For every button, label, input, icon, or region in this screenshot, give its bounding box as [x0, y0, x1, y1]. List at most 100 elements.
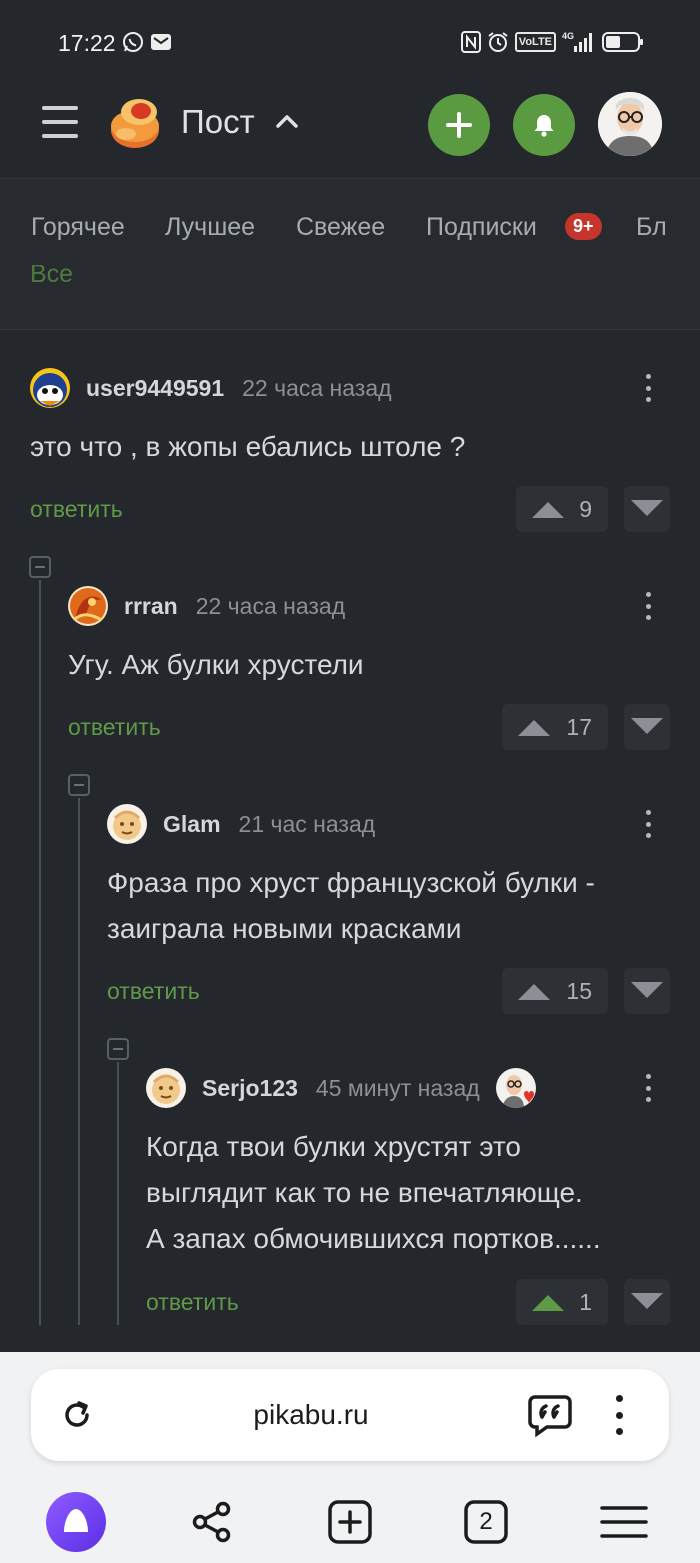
tab-hot[interactable]: Горячее: [31, 213, 125, 242]
share-icon: [192, 1501, 231, 1543]
upvote-button[interactable]: 1: [516, 1279, 608, 1325]
signal-4g-icon: 4G: [562, 31, 592, 52]
battery-icon: [602, 32, 643, 52]
downvote-button[interactable]: [624, 968, 670, 1014]
alice-icon: [46, 1492, 106, 1552]
arrow-down-icon: [631, 718, 663, 734]
status-bar: 17:22 VoLTE 4G: [0, 0, 700, 84]
share-button[interactable]: [182, 1492, 242, 1552]
arrow-down-icon: [631, 500, 663, 516]
comment-header: Glam 21 час назад: [107, 804, 375, 844]
downvote-button[interactable]: [624, 704, 670, 750]
tabs-button[interactable]: 2: [456, 1492, 516, 1552]
more-options-icon[interactable]: [636, 806, 660, 842]
comment-time: 45 минут назад: [315, 1074, 480, 1101]
subscriptions-badge: 9+: [565, 213, 602, 240]
comment-rating: 9: [579, 495, 592, 522]
comment-rating: 17: [566, 713, 592, 740]
alice-button[interactable]: [46, 1492, 106, 1552]
comment-text: Фраза про хруст французской булки - заиг…: [107, 860, 595, 952]
avatar[interactable]: [598, 92, 662, 156]
avatar[interactable]: [146, 1068, 186, 1108]
comment-time: 22 часа назад: [242, 374, 392, 401]
thread-line: [39, 580, 41, 1325]
arrow-down-icon: [631, 982, 663, 998]
arrow-up-icon: [518, 720, 550, 736]
address-bar[interactable]: pikabu.ru: [31, 1369, 669, 1461]
comment-header: user9449591 22 часа назад: [30, 368, 392, 408]
reply-link[interactable]: ответить: [68, 714, 161, 741]
comment-text-line: Когда твои булки хрустят это: [146, 1131, 522, 1162]
quote-icon[interactable]: [527, 1393, 573, 1437]
new-tab-icon: [328, 1500, 372, 1544]
reply-link[interactable]: ответить: [146, 1289, 239, 1316]
notifications-button[interactable]: [513, 94, 575, 156]
more-options-icon[interactable]: [636, 1070, 660, 1106]
upvote-button[interactable]: 9: [516, 486, 608, 532]
app-header: Пост: [0, 84, 700, 178]
arrow-up-icon: [532, 502, 564, 518]
browser-toolbar: pikabu.ru 2: [0, 1352, 700, 1563]
comment-header: rrran 22 часа назад: [68, 586, 345, 626]
menu-icon[interactable]: [42, 106, 78, 138]
comment-username[interactable]: rrran: [124, 593, 178, 620]
reply-link[interactable]: ответить: [30, 496, 123, 523]
comment-time: 22 часа назад: [195, 592, 346, 619]
comment-text-line: Фраза про хруст французской булки -: [107, 867, 595, 898]
comment-username[interactable]: Serjo123: [202, 1075, 298, 1102]
tab-best[interactable]: Лучшее: [165, 213, 255, 242]
arrow-up-icon: [532, 1295, 564, 1311]
volte-icon: VoLTE: [514, 32, 556, 52]
avatar[interactable]: [107, 804, 147, 844]
add-post-button[interactable]: [428, 94, 490, 156]
collapse-thread-button[interactable]: [68, 774, 90, 796]
arrow-up-icon: [518, 984, 550, 1000]
status-time: 17:22: [58, 30, 116, 56]
tab-subscriptions[interactable]: Подписки: [426, 213, 537, 242]
new-tab-button[interactable]: [320, 1492, 380, 1552]
collapse-thread-button[interactable]: [29, 556, 51, 578]
pikabu-logo[interactable]: [106, 96, 164, 150]
status-left-icons: [122, 31, 172, 53]
upvote-button[interactable]: 15: [502, 968, 608, 1014]
thread-line: [78, 798, 80, 1325]
nfc-icon: [460, 31, 481, 53]
more-vert-icon[interactable]: [613, 1395, 625, 1435]
alarm-icon: [488, 32, 508, 52]
browser-menu-button[interactable]: [594, 1492, 654, 1552]
comment-text: это что , в жопы ебались штоле ?: [30, 431, 466, 462]
downvote-button[interactable]: [624, 486, 670, 532]
downvote-button[interactable]: [624, 1279, 670, 1325]
avatar[interactable]: [30, 368, 70, 408]
mail-icon: [151, 34, 171, 50]
comment-text: Угу. Аж булки хрустели: [68, 649, 364, 680]
collapse-thread-button[interactable]: [107, 1038, 129, 1060]
comment-text-line: выглядит как то не впечатляюще.: [146, 1177, 583, 1208]
status-right-icons: VoLTE 4G: [460, 30, 644, 54]
show-all-link[interactable]: Все: [30, 265, 73, 288]
previous-content-area: [0, 278, 700, 330]
tab-blogs[interactable]: Бл: [636, 213, 667, 242]
avatar[interactable]: [68, 586, 108, 626]
chevron-up-icon[interactable]: [275, 110, 299, 134]
reply-link[interactable]: ответить: [107, 978, 200, 1005]
add-icon: [446, 112, 472, 138]
comment-text-line: А запах обмочившихся портков......: [146, 1223, 601, 1254]
more-options-icon[interactable]: [636, 370, 660, 406]
comment-username[interactable]: user9449591: [86, 375, 224, 402]
more-options-icon[interactable]: [636, 588, 660, 624]
tab-fresh[interactable]: Свежее: [296, 213, 385, 242]
arrow-down-icon: [631, 1293, 663, 1309]
comment-time: 21 час назад: [238, 810, 376, 837]
comment-header: Serjo123 45 минут назад: [146, 1068, 536, 1108]
upvote-button[interactable]: 17: [502, 704, 608, 750]
page-title: Пост: [181, 103, 255, 140]
url-text[interactable]: pikabu.ru: [31, 1399, 591, 1431]
tab-count: 2: [479, 1508, 493, 1535]
thread-line: [117, 1062, 119, 1325]
comment-rating: 1: [579, 1288, 592, 1315]
comment-username[interactable]: Glam: [163, 811, 221, 838]
svg-text:4G: 4G: [562, 31, 574, 41]
liked-by-author-icon: [495, 1068, 536, 1108]
comment-rating: 15: [566, 977, 592, 1004]
